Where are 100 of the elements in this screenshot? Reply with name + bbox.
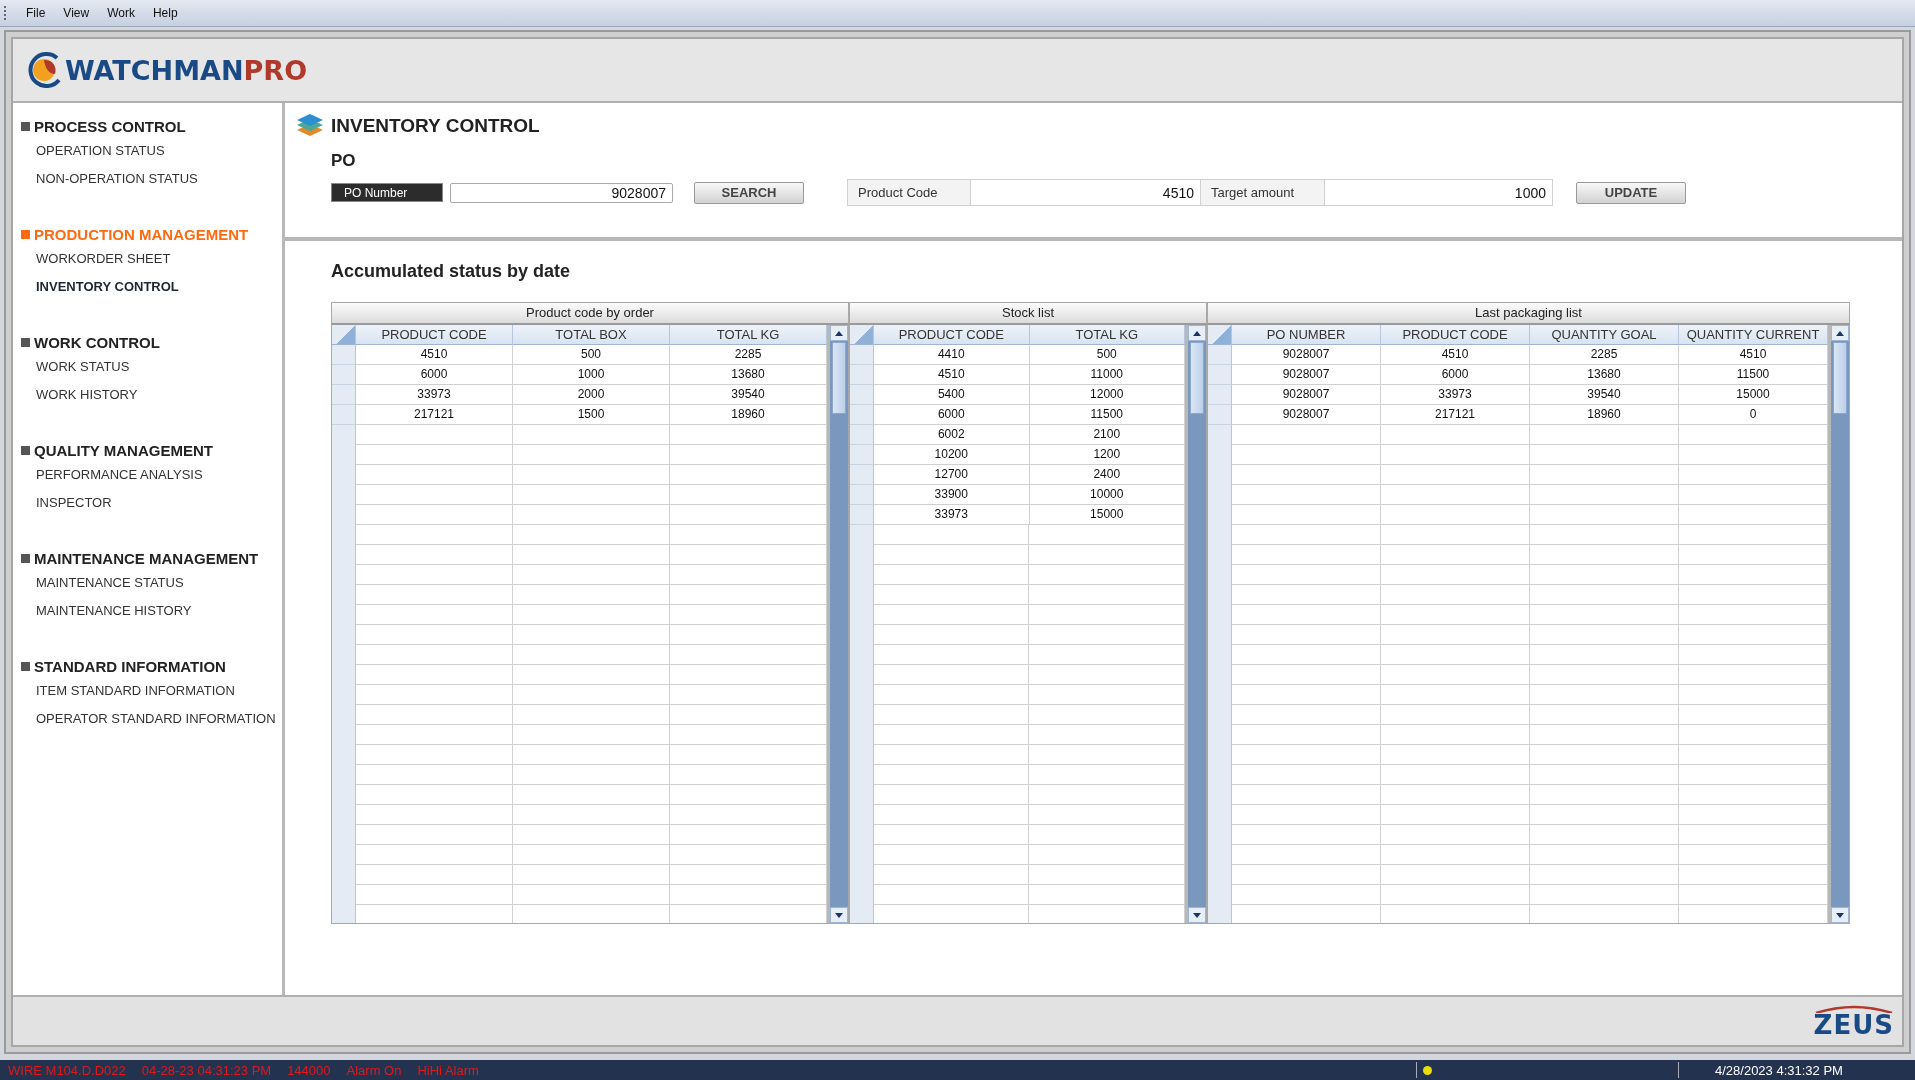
table-cell: 2285: [1530, 345, 1679, 365]
alarm-text: Alarm On: [346, 1062, 402, 1078]
scrollbar[interactable]: [1185, 325, 1206, 923]
nav-section-header[interactable]: QUALITY MANAGEMENT: [21, 439, 282, 461]
menu-item[interactable]: Help: [144, 4, 186, 22]
row-header[interactable]: [850, 365, 874, 385]
nav-item[interactable]: WORKORDER SHEET: [21, 245, 282, 273]
nav-item[interactable]: MAINTENANCE HISTORY: [21, 597, 282, 625]
column-header[interactable]: PRODUCT CODE: [356, 325, 513, 345]
target-amount-field[interactable]: 1000: [1325, 179, 1553, 206]
table-cell: 39540: [1530, 385, 1679, 405]
row-header[interactable]: [850, 505, 874, 525]
nav-section-header[interactable]: PROCESS CONTROL: [21, 115, 282, 137]
field-label: Product Code: [847, 179, 971, 206]
product-code-field[interactable]: 4510: [971, 179, 1201, 206]
triangle-down-icon: [835, 912, 843, 918]
nav-item[interactable]: ITEM STANDARD INFORMATION: [21, 677, 282, 705]
select-all-corner[interactable]: [332, 325, 356, 345]
scrollbar-thumb[interactable]: [832, 342, 846, 414]
row-header[interactable]: [850, 405, 874, 425]
row-header[interactable]: [332, 385, 356, 405]
table-cell: 9028007: [1232, 365, 1381, 385]
menu-item[interactable]: View: [55, 4, 98, 22]
row-header[interactable]: [850, 425, 874, 445]
scroll-up-button[interactable]: [1188, 325, 1206, 341]
page-title: INVENTORY CONTROL: [331, 115, 540, 137]
column-header[interactable]: QUANTITY CURRENT: [1679, 325, 1828, 345]
scroll-down-button[interactable]: [1188, 907, 1206, 923]
search-button[interactable]: SEARCH: [694, 181, 804, 204]
table-cell: 10200: [874, 445, 1030, 465]
logo-text: WATCHMANPRO: [65, 54, 308, 86]
alarm-text: WIRE M104.D.D022: [8, 1062, 126, 1078]
scroll-up-button[interactable]: [1831, 325, 1849, 341]
arc-icon: [1813, 1005, 1894, 1013]
scroll-down-button[interactable]: [1831, 907, 1849, 923]
alarm-text: HiHi Alarm: [417, 1062, 479, 1078]
menu-item[interactable]: File: [18, 4, 54, 22]
po-number-field[interactable]: 9028007: [450, 182, 673, 203]
row-header[interactable]: [332, 345, 356, 365]
table-cell: 4410: [874, 345, 1030, 365]
row-header[interactable]: [850, 465, 874, 485]
scrollbar[interactable]: [1828, 325, 1849, 923]
triangle-up-icon: [1836, 330, 1844, 336]
nav-item[interactable]: NON-OPERATION STATUS: [21, 165, 282, 193]
menu-item[interactable]: Work: [99, 4, 143, 22]
table-cell: 217121: [356, 405, 513, 425]
table-cell: 9028007: [1232, 345, 1381, 365]
status-indicator-icon: [1423, 1065, 1432, 1075]
nav-item[interactable]: WORK HISTORY: [21, 381, 282, 409]
nav-item[interactable]: MAINTENANCE STATUS: [21, 569, 282, 597]
scroll-down-button[interactable]: [830, 907, 848, 923]
nav-item[interactable]: PERFORMANCE ANALYSIS: [21, 461, 282, 489]
nav-section-header[interactable]: WORK CONTROL: [21, 331, 282, 353]
table-cell: 4510: [1381, 345, 1530, 365]
row-header[interactable]: [1208, 365, 1232, 385]
nav-item[interactable]: WORK STATUS: [21, 353, 282, 381]
column-header[interactable]: TOTAL KG: [670, 325, 827, 345]
column-header[interactable]: QUANTITY GOAL: [1530, 325, 1679, 345]
table-cell: 12700: [874, 465, 1030, 485]
status-datetime: 4/28/2023 4:31:32 PM: [1714, 1062, 1844, 1078]
row-header[interactable]: [850, 385, 874, 405]
scrollbar-thumb[interactable]: [1190, 342, 1204, 414]
table-cell: 2000: [513, 385, 670, 405]
row-header[interactable]: [332, 405, 356, 425]
update-button[interactable]: UPDATE: [1576, 181, 1686, 204]
column-header[interactable]: PRODUCT CODE: [874, 325, 1030, 345]
scrollbar[interactable]: [827, 325, 848, 923]
table-title: Product code by order: [331, 302, 849, 325]
table-cell: 1000: [513, 365, 670, 385]
column-header[interactable]: TOTAL BOX: [513, 325, 670, 345]
alarm-text: 04-28-23 04:31:23 PM: [141, 1062, 272, 1078]
triangle-down-icon: [1836, 912, 1844, 918]
scroll-up-button[interactable]: [830, 325, 848, 341]
scrollbar-thumb[interactable]: [1833, 342, 1847, 414]
column-header[interactable]: PRODUCT CODE: [1381, 325, 1530, 345]
field-label: Target amount: [1201, 179, 1325, 206]
nav-section-header[interactable]: STANDARD INFORMATION: [21, 655, 282, 677]
column-header[interactable]: TOTAL KG: [1029, 325, 1185, 345]
table-cell: 18960: [1530, 405, 1679, 425]
table-cell: 5400: [874, 385, 1030, 405]
nav-item[interactable]: INSPECTOR: [21, 489, 282, 517]
nav-item[interactable]: OPERATION STATUS: [21, 137, 282, 165]
column-header[interactable]: PO NUMBER: [1232, 325, 1381, 345]
alarm-text: 144000: [287, 1062, 331, 1078]
row-header[interactable]: [332, 365, 356, 385]
table-cell: 6000: [356, 365, 513, 385]
row-header[interactable]: [850, 485, 874, 505]
table-cell: 500: [513, 345, 670, 365]
nav-section-header[interactable]: MAINTENANCE MANAGEMENT: [21, 547, 282, 569]
table-cell: 33973: [874, 505, 1030, 525]
row-header[interactable]: [1208, 405, 1232, 425]
nav-item[interactable]: OPERATOR STANDARD INFORMATION: [21, 705, 282, 733]
table-cell: 4510: [874, 365, 1030, 385]
nav-item[interactable]: INVENTORY CONTROL: [21, 273, 282, 301]
table-title: Last packaging list: [1207, 302, 1850, 325]
table-title: Stock list: [849, 302, 1207, 325]
table-cell: 13680: [1530, 365, 1679, 385]
row-header[interactable]: [1208, 385, 1232, 405]
table-cell: 9028007: [1232, 405, 1381, 425]
row-header[interactable]: [850, 445, 874, 465]
